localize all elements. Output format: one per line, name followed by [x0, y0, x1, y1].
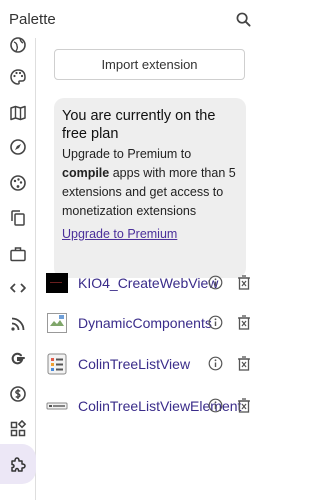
- world-icon[interactable]: [0, 27, 36, 63]
- extension-name: ColinTreeListView: [78, 356, 191, 372]
- rss-icon[interactable]: [0, 306, 36, 342]
- list-element-icon: [46, 395, 68, 417]
- black-square-icon: [46, 272, 68, 294]
- delete-icon[interactable]: [237, 356, 251, 371]
- info-icon[interactable]: [208, 275, 223, 290]
- extension-name: ColinTreeListViewElement: [78, 398, 242, 414]
- map-icon[interactable]: [0, 95, 36, 131]
- list-icon: [46, 353, 68, 375]
- broken-image-icon: [46, 312, 68, 334]
- google-icon[interactable]: [0, 341, 36, 377]
- premium-notice-card: You are currently on the free plan Upgra…: [54, 98, 246, 278]
- palette-icon[interactable]: [0, 59, 36, 95]
- import-extension-button[interactable]: Import extension: [54, 49, 245, 80]
- extension-row[interactable]: DynamicComponents: [46, 310, 271, 336]
- category-rail: [0, 37, 36, 500]
- apps-icon[interactable]: [0, 411, 36, 447]
- premium-body-text: Upgrade to Premium to: [62, 147, 192, 161]
- info-icon[interactable]: [208, 356, 223, 371]
- extension-row[interactable]: ColinTreeListView: [46, 351, 271, 377]
- extension-name: DynamicComponents: [78, 315, 212, 331]
- dollar-icon[interactable]: [0, 376, 36, 412]
- puzzle-icon[interactable]: [0, 444, 36, 484]
- info-icon[interactable]: [208, 398, 223, 413]
- info-icon[interactable]: [208, 315, 223, 330]
- palette-circle-icon[interactable]: [0, 165, 36, 201]
- search-icon[interactable]: [233, 9, 253, 29]
- copy-icon[interactable]: [0, 200, 36, 236]
- premium-body-bold: compile: [62, 166, 110, 180]
- extension-name: KIO4_CreateWebView: [78, 275, 219, 291]
- palette-panel: Palette Import extension You are current…: [0, 0, 271, 500]
- briefcase-icon[interactable]: [0, 236, 36, 272]
- panel-title: Palette: [9, 10, 56, 28]
- extension-row[interactable]: KIO4_CreateWebView: [46, 270, 271, 296]
- code-icon[interactable]: [0, 270, 36, 306]
- upgrade-premium-link[interactable]: Upgrade to Premium: [62, 227, 177, 241]
- delete-icon[interactable]: [237, 275, 251, 290]
- compass-icon[interactable]: [0, 129, 36, 165]
- premium-body: Upgrade to Premium to compile apps with …: [62, 145, 238, 221]
- palette-content: Import extension You are currently on th…: [36, 38, 271, 500]
- extension-row[interactable]: ColinTreeListViewElement: [46, 393, 271, 419]
- delete-icon[interactable]: [237, 398, 251, 413]
- delete-icon[interactable]: [237, 315, 251, 330]
- palette-header: Palette: [0, 0, 271, 38]
- premium-title: You are currently on the free plan: [62, 108, 216, 142]
